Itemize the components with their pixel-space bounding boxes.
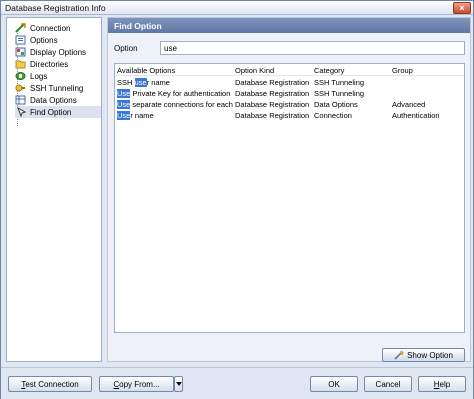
copy-from-button[interactable]: Copy From...: [99, 376, 174, 392]
folder-icon: [15, 60, 26, 69]
ssh-tunneling-icon: [15, 84, 25, 92]
find-option-icon: [17, 107, 26, 117]
close-icon: ×: [459, 3, 465, 13]
test-connection-button[interactable]: Test Connection: [8, 376, 92, 392]
cell-available-option: Use separate connections for each da: [117, 100, 233, 109]
nav-item-options[interactable]: Options: [15, 34, 101, 46]
cell-category: Connection: [314, 111, 352, 120]
display-options-icon: [15, 47, 26, 57]
help-button[interactable]: Help: [418, 376, 466, 392]
nav-tree: Connection Options Display Options Direc…: [6, 17, 102, 362]
options-icon: [15, 35, 26, 45]
panel-header: Find Option: [108, 18, 470, 33]
nav-item-data-options[interactable]: Data Options: [15, 94, 101, 106]
table-row[interactable]: Use separate connections for each da Dat…: [115, 99, 464, 110]
nav-item-find-option[interactable]: Find Option: [15, 106, 101, 118]
data-options-icon: [15, 95, 26, 105]
match-highlight: Use: [117, 111, 131, 120]
column-header-group[interactable]: Group: [392, 66, 464, 75]
database-registration-window: Database Registration Info × Connection …: [0, 0, 474, 399]
dialog-footer: Test Connection Copy From... OK Cancel H…: [1, 367, 473, 399]
grid-header: Available Options Option Kind Category G…: [115, 64, 464, 76]
option-label: Option: [114, 44, 138, 53]
cell-option-kind: Database Registration In: [235, 111, 311, 120]
title-bar[interactable]: Database Registration Info ×: [1, 1, 473, 15]
nav-item-logs[interactable]: Logs: [15, 70, 101, 82]
column-header-category[interactable]: Category: [314, 66, 392, 75]
cell-option-kind: Database Registration In: [235, 100, 311, 109]
options-grid: Available Options Option Kind Category G…: [114, 63, 465, 333]
cell-available-option: SSH user name: [117, 78, 170, 87]
column-header-option-kind[interactable]: Option Kind: [235, 66, 313, 75]
cell-option-kind: Database Registration In: [235, 78, 311, 87]
cell-category: SSH Tunneling: [314, 89, 365, 98]
cell-category: SSH Tunneling: [314, 78, 365, 87]
cancel-button[interactable]: Cancel: [364, 376, 412, 392]
column-header-available-options[interactable]: Available Options: [117, 66, 235, 75]
cell-available-option: User name: [117, 111, 154, 120]
nav-item-directories[interactable]: Directories: [15, 58, 101, 70]
close-button[interactable]: ×: [453, 2, 471, 14]
logs-icon: [15, 72, 26, 80]
match-highlight: Use: [117, 100, 131, 109]
window-title: Database Registration Info: [5, 3, 106, 13]
nav-item-ssh-tunneling[interactable]: SSH Tunneling: [15, 82, 101, 94]
show-option-button[interactable]: Show Option: [382, 348, 465, 362]
show-option-icon: [394, 350, 404, 360]
table-row[interactable]: SSH user name Database Registration In S…: [115, 77, 464, 88]
match-highlight: Use: [117, 89, 131, 98]
option-search-input[interactable]: [160, 41, 465, 55]
connection-icon: [15, 23, 26, 33]
nav-item-connection[interactable]: Connection: [15, 22, 101, 34]
nav-item-display-options[interactable]: Display Options: [15, 46, 101, 58]
cell-group: Advanced: [392, 100, 426, 109]
copy-from-dropdown-icon[interactable]: [174, 376, 183, 392]
ok-button[interactable]: OK: [310, 376, 358, 392]
cell-group: Authentication: [392, 111, 440, 120]
table-row[interactable]: Use Private Key for authentication Datab…: [115, 88, 464, 99]
cell-option-kind: Database Registration In: [235, 89, 311, 98]
cell-available-option: Use Private Key for authentication: [117, 89, 231, 98]
match-highlight: use: [134, 78, 147, 87]
cell-category: Data Options: [314, 100, 358, 109]
table-row[interactable]: User name Database Registration In Conne…: [115, 110, 464, 121]
find-option-panel: Find Option Option Available Options Opt…: [107, 17, 471, 362]
